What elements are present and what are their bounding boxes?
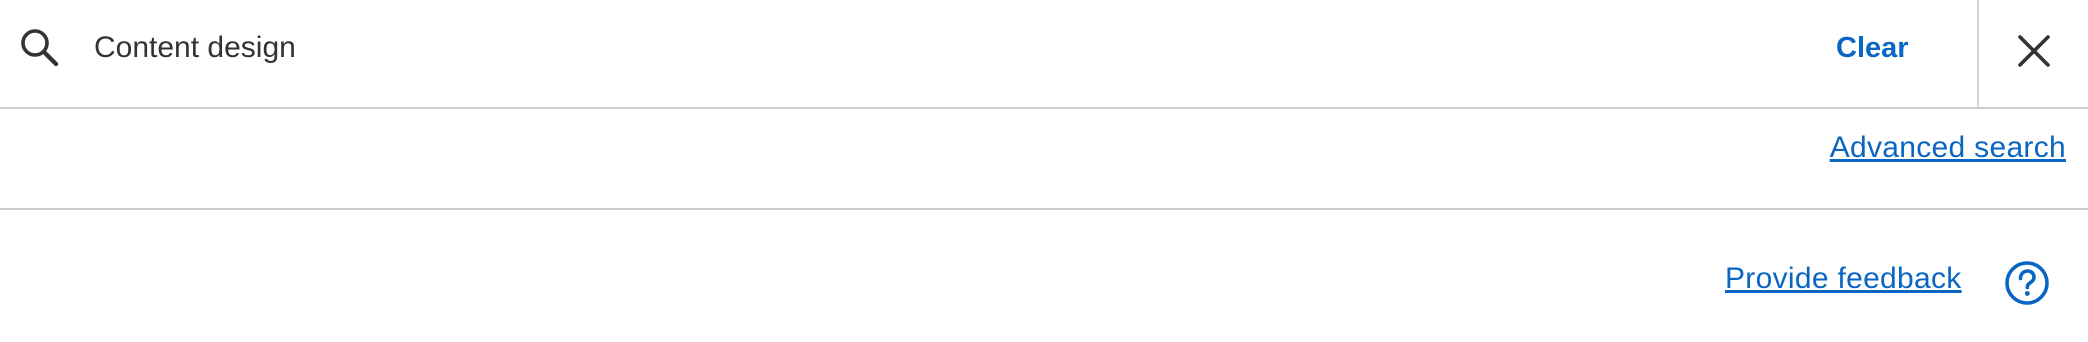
search-input[interactable] [94,22,1794,74]
divider [1977,0,1979,107]
close-button[interactable] [1980,0,2088,107]
feedback-row: Provide feedback [0,210,2088,342]
search-icon [18,26,62,70]
close-icon [2017,34,2051,73]
search-panel: Clear Advanced search Provide feedback [0,0,2088,342]
clear-button[interactable]: Clear [1820,24,1925,72]
search-bar: Clear [0,0,2088,109]
help-circle-icon[interactable] [2004,260,2050,306]
advanced-search-link[interactable]: Advanced search [1830,131,2066,165]
provide-feedback-link[interactable]: Provide feedback [1725,262,1962,296]
advanced-search-row: Advanced search [0,109,2088,210]
